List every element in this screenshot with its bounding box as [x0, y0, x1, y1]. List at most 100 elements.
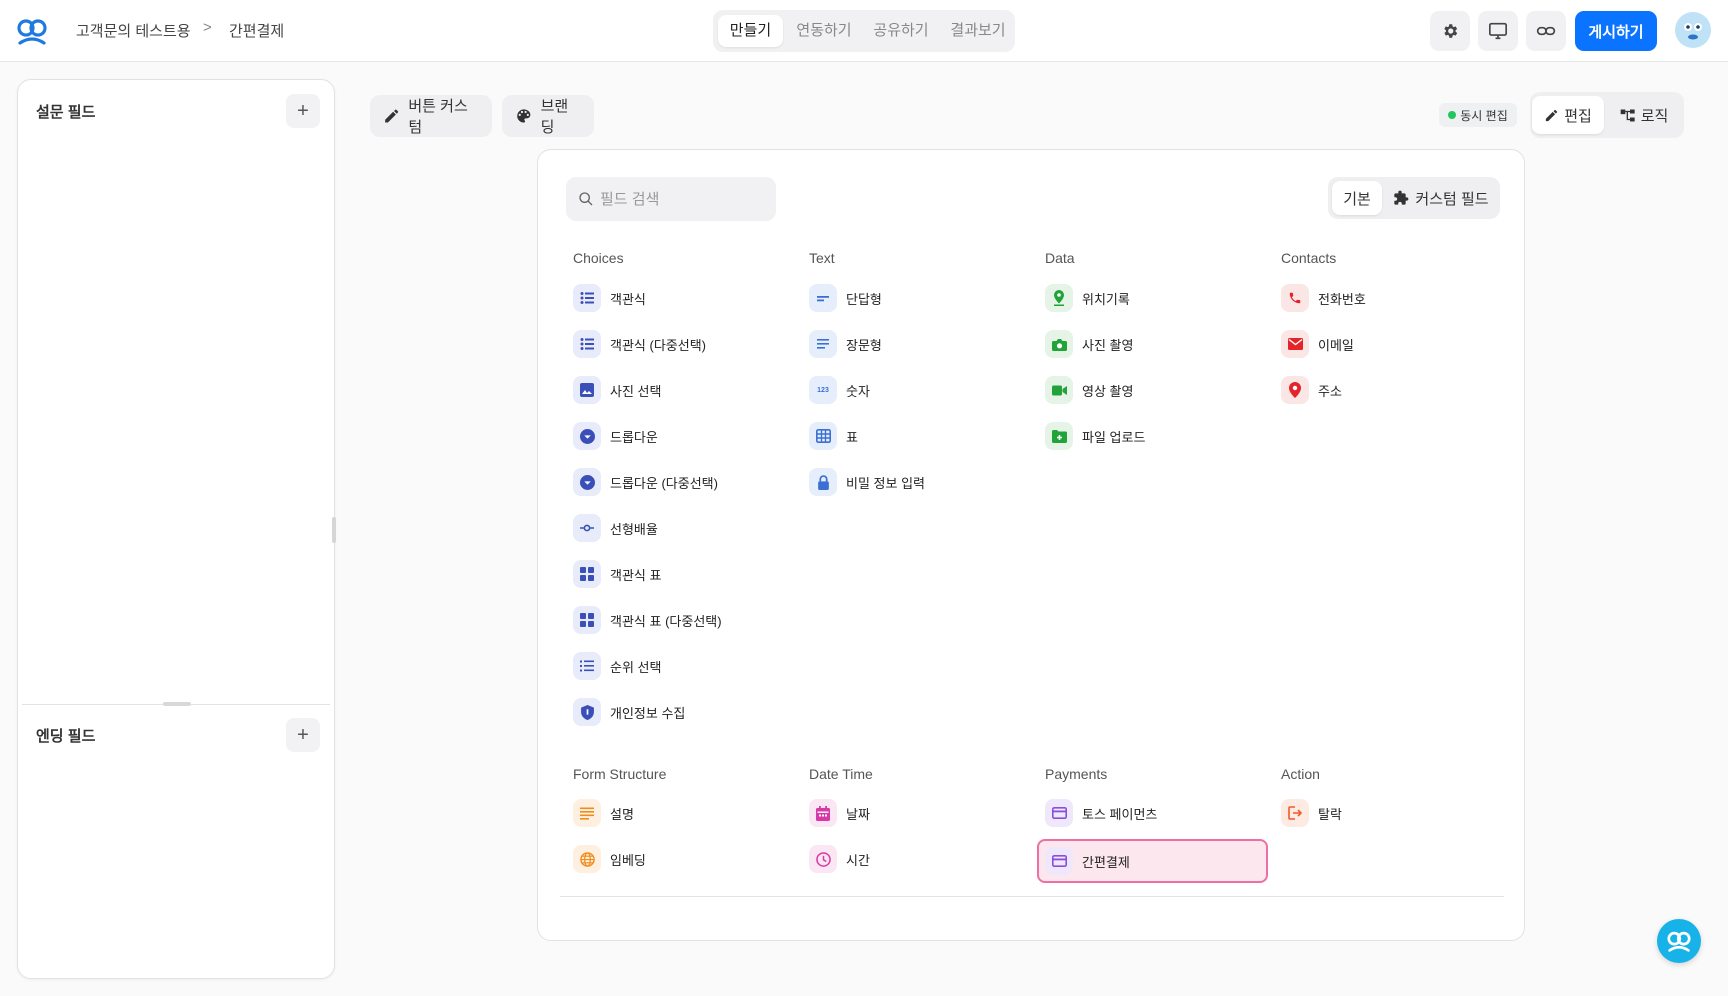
short-text-icon — [809, 284, 837, 312]
field-time[interactable]: 시간 — [809, 841, 1029, 877]
exit-icon — [1281, 799, 1309, 827]
field-toss-payments[interactable]: 토스 페이먼츠 — [1045, 795, 1265, 831]
pencil-icon — [1546, 109, 1558, 121]
field-multiple-choice[interactable]: 객관식 — [573, 280, 793, 316]
clock-icon — [809, 845, 837, 873]
category-form-structure-title: Form Structure — [573, 766, 667, 782]
field-label: 시간 — [846, 852, 870, 868]
category-action-title: Action — [1281, 766, 1320, 782]
logic-mode-label: 로직 — [1640, 107, 1669, 125]
number-icon: 123 — [809, 376, 837, 404]
sidebar-resize-handle[interactable] — [332, 517, 336, 543]
edit-mode-button[interactable]: 편집 — [1532, 96, 1604, 134]
tab-integrate[interactable]: 연동하기 — [787, 15, 861, 47]
link-icon — [1536, 26, 1556, 36]
list-icon — [573, 330, 601, 358]
field-disqualify[interactable]: 탈락 — [1281, 795, 1501, 831]
top-bar: 고객문의 테스트용 > 간편결제 만들기 연동하기 공유하기 결과보기 게시하기 — [0, 0, 1728, 62]
field-label: 순위 선택 — [610, 659, 662, 675]
search-icon — [579, 192, 593, 206]
avatar[interactable] — [1675, 12, 1711, 48]
publish-button[interactable]: 게시하기 — [1575, 11, 1657, 51]
field-embed[interactable]: 임베딩 — [573, 841, 793, 877]
chevron-right-icon: > — [203, 19, 212, 36]
preview-button[interactable] — [1478, 11, 1518, 51]
category-text-title: Text — [809, 250, 835, 266]
tab-custom-fields[interactable]: 커스텀 필드 — [1386, 181, 1496, 215]
tab-share[interactable]: 공유하기 — [864, 15, 938, 47]
field-label: 주소 — [1318, 383, 1342, 399]
flow-icon — [1620, 109, 1635, 121]
tab-build[interactable]: 만들기 — [718, 15, 783, 47]
field-label: 설명 — [610, 806, 634, 822]
field-description[interactable]: 설명 — [573, 795, 793, 831]
button-custom-label: 버튼 커스텀 — [408, 98, 468, 136]
location-icon — [1045, 284, 1073, 312]
field-file-upload[interactable]: 파일 업로드 — [1045, 418, 1265, 454]
category-data-title: Data — [1045, 250, 1075, 266]
field-label: 선형배율 — [610, 521, 658, 537]
field-label: 드롭다운 — [610, 429, 658, 445]
app-logo-icon[interactable] — [16, 17, 48, 45]
field-label: 사진 촬영 — [1082, 337, 1134, 353]
field-privacy-consent[interactable]: 개인정보 수집 — [573, 694, 793, 730]
field-easy-payment[interactable]: 간편결제 — [1037, 839, 1268, 883]
gear-icon — [1444, 24, 1458, 38]
field-table[interactable]: 표 — [809, 418, 1029, 454]
category-contacts-title: Contacts — [1281, 250, 1337, 266]
copy-link-button[interactable] — [1526, 11, 1566, 51]
field-number[interactable]: 123 숫자 — [809, 372, 1029, 408]
field-choice-grid[interactable]: 객관식 표 — [573, 556, 793, 592]
field-photo-capture[interactable]: 사진 촬영 — [1045, 326, 1265, 362]
image-icon — [573, 376, 601, 404]
field-date[interactable]: 날짜 — [809, 795, 1029, 831]
field-long-text[interactable]: 장문형 — [809, 326, 1029, 362]
field-short-text[interactable]: 단답형 — [809, 280, 1029, 316]
lock-icon — [809, 468, 837, 496]
field-linear-scale[interactable]: 선형배율 — [573, 510, 793, 546]
field-video-capture[interactable]: 영상 촬영 — [1045, 372, 1265, 408]
field-label: 전화번호 — [1318, 291, 1366, 307]
custom-fields-label: 커스텀 필드 — [1415, 190, 1489, 208]
panel-resize-handle[interactable] — [163, 702, 191, 706]
camera-icon — [1045, 330, 1073, 358]
field-ranking[interactable]: 순위 선택 — [573, 648, 793, 684]
field-picker-card: 기본 커스텀 필드 Choices Text Data Contacts 객관식… — [537, 149, 1525, 941]
tab-results[interactable]: 결과보기 — [941, 15, 1015, 47]
dropdown-icon — [573, 422, 601, 450]
credit-card-icon — [1045, 799, 1073, 827]
field-secret-input[interactable]: 비밀 정보 입력 — [809, 464, 1029, 500]
field-label: 드롭다운 (다중선택) — [610, 475, 718, 491]
map-pin-icon — [1281, 376, 1309, 404]
field-phone[interactable]: 전화번호 — [1281, 280, 1501, 316]
add-survey-field-button[interactable]: + — [286, 94, 320, 128]
field-dropdown-multi[interactable]: 드롭다운 (다중선택) — [573, 464, 793, 500]
field-address[interactable]: 주소 — [1281, 372, 1501, 408]
dropdown-icon — [573, 468, 601, 496]
settings-button[interactable] — [1430, 11, 1470, 51]
search-input[interactable] — [600, 190, 760, 208]
logic-mode-button[interactable]: 로직 — [1608, 96, 1680, 134]
field-label: 객관식 표 (다중선택) — [610, 613, 722, 629]
add-ending-field-button[interactable]: + — [286, 718, 320, 752]
tab-basic-fields[interactable]: 기본 — [1332, 181, 1382, 215]
branding-button[interactable]: 브랜딩 — [502, 95, 594, 137]
field-location[interactable]: 위치기록 — [1045, 280, 1265, 316]
field-multiple-choice-multi[interactable]: 객관식 (다중선택) — [573, 326, 793, 362]
button-custom-button[interactable]: 버튼 커스텀 — [370, 95, 492, 137]
field-dropdown[interactable]: 드롭다운 — [573, 418, 793, 454]
help-chat-button[interactable] — [1657, 919, 1701, 963]
linear-scale-icon — [573, 514, 601, 542]
monitor-icon — [1489, 22, 1507, 40]
field-choice-grid-multi[interactable]: 객관식 표 (다중선택) — [573, 602, 793, 638]
field-image-choice[interactable]: 사진 선택 — [573, 372, 793, 408]
calendar-icon — [809, 799, 837, 827]
breadcrumb-workspace[interactable]: 고객문의 테스트용 — [76, 20, 191, 41]
table-icon — [809, 422, 837, 450]
field-label: 위치기록 — [1082, 291, 1130, 307]
field-label: 객관식 — [610, 291, 646, 307]
category-date-time-title: Date Time — [809, 766, 873, 782]
field-email[interactable]: 이메일 — [1281, 326, 1501, 362]
category-payments-title: Payments — [1045, 766, 1108, 782]
field-search[interactable] — [566, 177, 776, 221]
